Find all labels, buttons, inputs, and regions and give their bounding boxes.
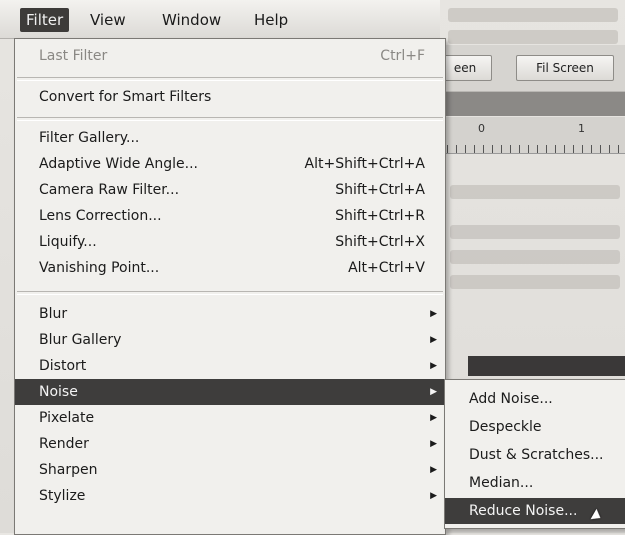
blurred-text-line (450, 185, 620, 199)
ruler-label: 0 (478, 122, 485, 135)
menu-item-label: Noise (39, 384, 78, 400)
menu-item-shortcut: Alt+Ctrl+V (348, 260, 425, 276)
menu-bar: Filter View Window Help (0, 0, 440, 39)
submenu-item-despeckle[interactable]: Despeckle (445, 414, 625, 440)
menu-item-label: Camera Raw Filter... (39, 182, 180, 198)
menu-item-shortcut: Shift+Ctrl+R (335, 208, 425, 224)
dark-image-block (468, 356, 625, 376)
document-tab-strip (438, 92, 625, 116)
submenu-item-add-noise[interactable]: Add Noise... (445, 386, 625, 412)
menu-item-lens-correction[interactable]: Lens Correction... Shift+Ctrl+R (15, 203, 445, 229)
menu-item-stylize[interactable]: Stylize ▶ (15, 483, 445, 509)
submenu-item-median[interactable]: Median... (445, 470, 625, 496)
menu-item-noise[interactable]: Noise ▶ (15, 379, 445, 405)
menu-item-camera-raw-filter[interactable]: Camera Raw Filter... Shift+Ctrl+A (15, 177, 445, 203)
menu-item-label: Adaptive Wide Angle... (39, 156, 198, 172)
submenu-arrow-icon: ▶ (430, 387, 437, 397)
menu-item-liquify[interactable]: Liquify... Shift+Ctrl+X (15, 229, 445, 255)
menu-item-pixelate[interactable]: Pixelate ▶ (15, 405, 445, 431)
horizontal-ruler: 0 1 (438, 117, 625, 154)
submenu-arrow-icon: ▶ (430, 309, 437, 319)
menu-separator (17, 77, 443, 81)
menu-item-vanishing-point[interactable]: Vanishing Point... Alt+Ctrl+V (15, 255, 445, 281)
menu-item-label: Vanishing Point... (39, 260, 160, 276)
menu-item-shortcut: Shift+Ctrl+X (335, 234, 425, 250)
submenu-item-label: Add Noise... (469, 391, 553, 407)
blurred-text-line (448, 30, 618, 44)
ruler-label: 1 (578, 122, 585, 135)
menu-window[interactable]: Window (156, 8, 227, 32)
menu-item-last-filter[interactable]: Last Filter Ctrl+F (15, 43, 445, 69)
submenu-arrow-icon: ▶ (430, 335, 437, 345)
submenu-item-label: Dust & Scratches... (469, 447, 604, 463)
menu-item-label: Convert for Smart Filters (39, 89, 212, 105)
menu-item-label: Pixelate (39, 410, 95, 426)
menu-item-shortcut: Alt+Shift+Ctrl+A (304, 156, 425, 172)
noise-submenu: Add Noise... Despeckle Dust & Scratches.… (444, 379, 625, 529)
fit-screen-button[interactable]: een (438, 55, 492, 81)
options-toolbar: een Fil Screen (438, 45, 625, 92)
menu-item-label: Filter Gallery... (39, 130, 140, 146)
submenu-item-label: Reduce Noise... (469, 503, 578, 519)
filter-dropdown-menu: Last Filter Ctrl+F Convert for Smart Fil… (14, 38, 446, 535)
fill-screen-button[interactable]: Fil Screen (516, 55, 614, 81)
menu-item-label: Sharpen (39, 462, 98, 478)
submenu-item-label: Despeckle (469, 419, 542, 435)
submenu-item-label: Median... (469, 475, 534, 491)
menu-item-label: Lens Correction... (39, 208, 162, 224)
menu-item-filter-gallery[interactable]: Filter Gallery... (15, 125, 445, 151)
menu-item-label: Distort (39, 358, 87, 374)
menu-separator (17, 291, 443, 295)
submenu-item-dust-scratches[interactable]: Dust & Scratches... (445, 442, 625, 468)
menu-item-label: Liquify... (39, 234, 97, 250)
menu-item-convert-smart-filters[interactable]: Convert for Smart Filters (15, 84, 445, 110)
menu-item-blur[interactable]: Blur ▶ (15, 301, 445, 327)
menu-item-shortcut: Shift+Ctrl+A (335, 182, 425, 198)
menu-filter[interactable]: Filter (20, 8, 70, 32)
menu-item-distort[interactable]: Distort ▶ (15, 353, 445, 379)
menu-item-blur-gallery[interactable]: Blur Gallery ▶ (15, 327, 445, 353)
menu-item-label: Blur (39, 306, 68, 322)
submenu-arrow-icon: ▶ (430, 413, 437, 423)
menu-item-label: Last Filter (39, 48, 108, 64)
blurred-text-line (448, 8, 618, 22)
menu-item-shortcut: Ctrl+F (380, 48, 425, 64)
menu-item-render[interactable]: Render ▶ (15, 431, 445, 457)
blurred-text-line (450, 225, 620, 239)
menu-help[interactable]: Help (248, 8, 294, 32)
menu-item-sharpen[interactable]: Sharpen ▶ (15, 457, 445, 483)
menu-item-label: Stylize (39, 488, 86, 504)
submenu-arrow-icon: ▶ (430, 361, 437, 371)
submenu-arrow-icon: ▶ (430, 491, 437, 501)
menu-item-label: Render (39, 436, 89, 452)
menu-item-adaptive-wide-angle[interactable]: Adaptive Wide Angle... Alt+Shift+Ctrl+A (15, 151, 445, 177)
submenu-arrow-icon: ▶ (430, 465, 437, 475)
blurred-text-line (450, 275, 620, 289)
menu-view[interactable]: View (84, 8, 132, 32)
menu-separator (17, 117, 443, 121)
blurred-text-line (450, 250, 620, 264)
menu-item-label: Blur Gallery (39, 332, 122, 348)
ruler-ticks (438, 145, 625, 153)
submenu-arrow-icon: ▶ (430, 439, 437, 449)
